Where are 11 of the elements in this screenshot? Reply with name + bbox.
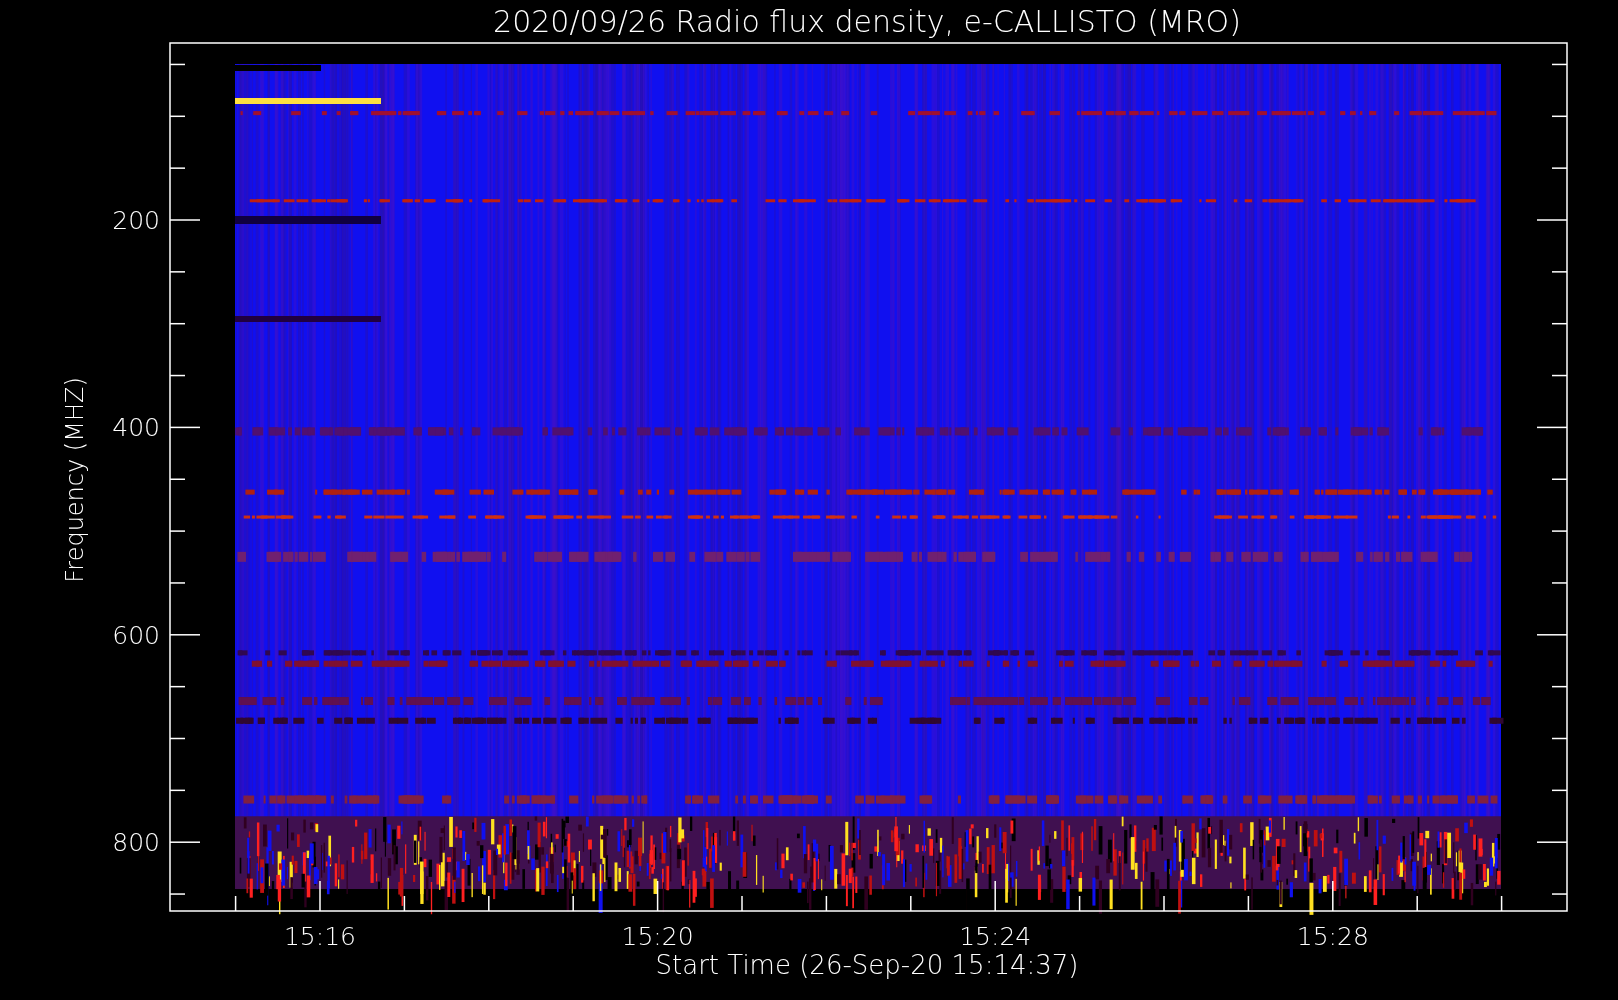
y-axis-label: Frequency (MHZ) bbox=[61, 377, 89, 583]
y-tick-label: 400 bbox=[112, 413, 160, 443]
y-tick-label: 600 bbox=[112, 620, 160, 650]
x-tick-label: 15:16 bbox=[284, 922, 356, 951]
x-axis-label: Start Time (26-Sep-20 15:14:37) bbox=[655, 950, 1079, 980]
y-tick-label: 800 bbox=[112, 828, 160, 858]
x-tick-label: 15:20 bbox=[621, 922, 694, 951]
chart-title: 2020/09/26 Radio flux density, e-CALLISTO (MRO) bbox=[493, 4, 1241, 39]
x-tick-label: 15:24 bbox=[959, 922, 1032, 951]
y-tick-label: 200 bbox=[112, 206, 160, 235]
x-tick-label: 15:28 bbox=[1296, 922, 1369, 951]
